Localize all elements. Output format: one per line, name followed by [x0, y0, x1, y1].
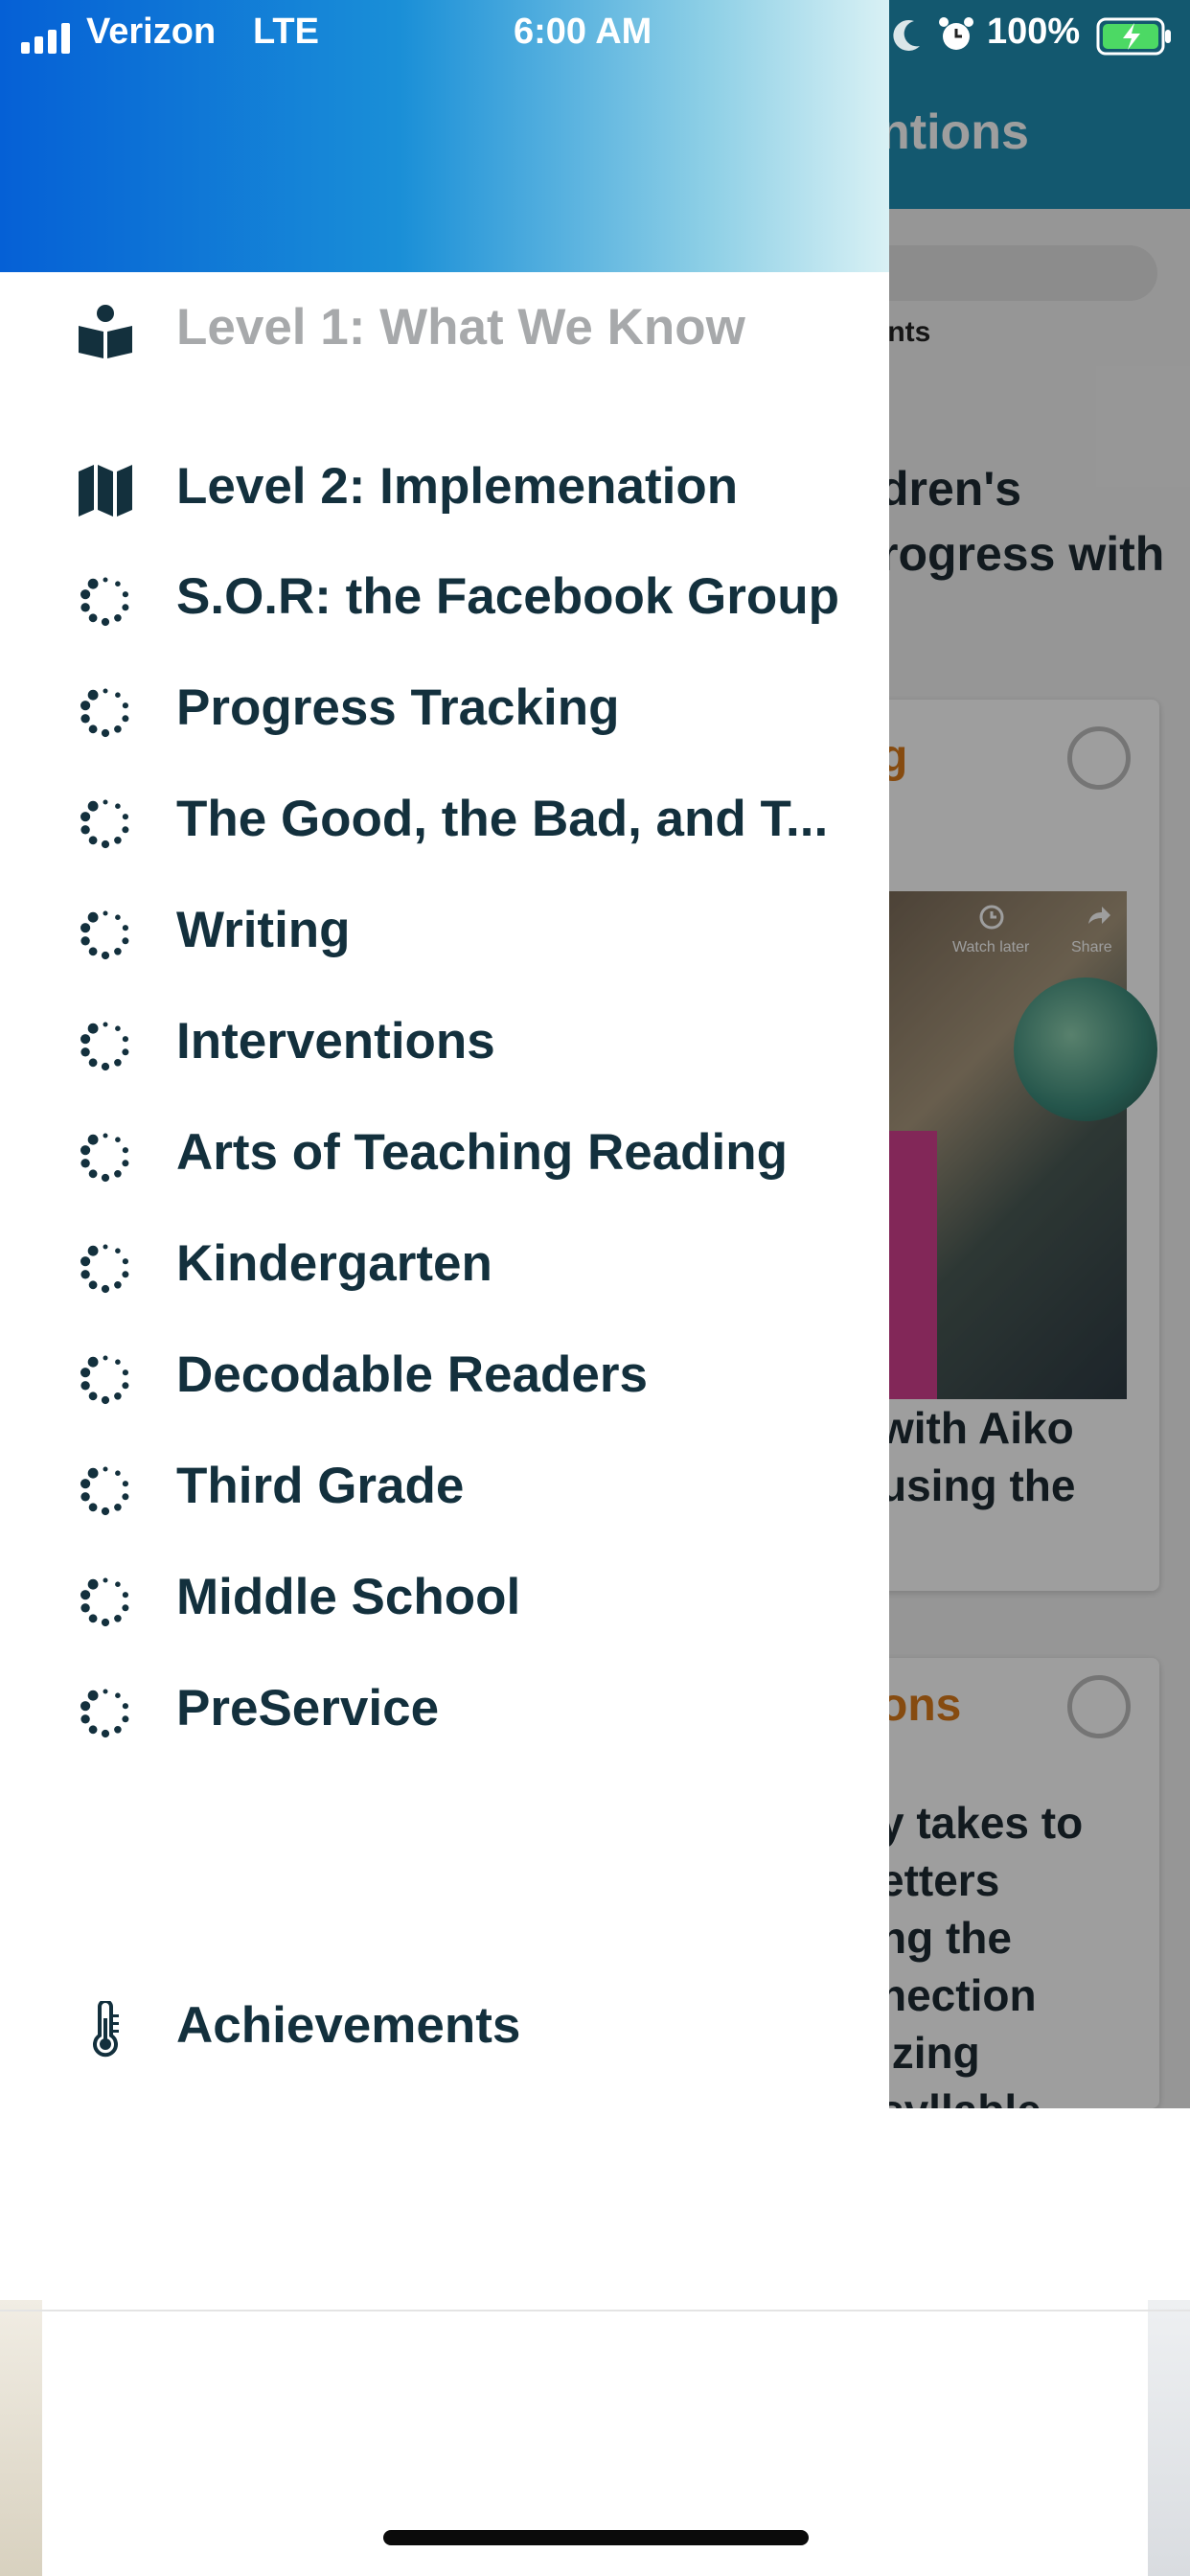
corner-tint: [0, 2300, 42, 2576]
menu-item-arts-of-teaching-reading[interactable]: Arts of Teaching Reading: [0, 1105, 889, 1201]
spinner-dots-icon: [77, 794, 134, 852]
spinner-dots-icon: [77, 1684, 134, 1741]
spinner-dots-icon: [77, 1017, 134, 1074]
menu-item-label: Level 1: What We Know: [176, 299, 745, 356]
menu-item-label: Progress Tracking: [176, 679, 620, 736]
menu-item-label: Writing: [176, 902, 351, 958]
spinner-dots-icon: [77, 906, 134, 963]
spinner-dots-icon: [77, 1128, 134, 1185]
network-label: LTE: [253, 12, 319, 52]
menu-item-label: S.O.R: the Facebook Group: [176, 568, 840, 625]
menu-item-progress-tracking[interactable]: Progress Tracking: [0, 660, 889, 756]
battery-percent: 100%: [987, 12, 1081, 52]
map-icon: [77, 462, 134, 519]
menu-item-achievements[interactable]: Achievements: [0, 1978, 889, 2074]
spinner-dots-icon: [77, 1573, 134, 1630]
menu-item-label: Middle School: [176, 1569, 521, 1625]
menu-item-sor-facebook-group[interactable]: S.O.R: the Facebook Group: [0, 549, 889, 645]
menu-item-preservice[interactable]: PreService: [0, 1661, 889, 1757]
reader-book-icon: [77, 303, 134, 360]
menu-item-middle-school[interactable]: Middle School: [0, 1550, 889, 1645]
menu-item-label: Kindergarten: [176, 1235, 492, 1292]
bottom-blank-bar: [42, 2300, 1148, 2472]
menu-item-label: Third Grade: [176, 1458, 465, 1514]
spinner-dots-icon: [77, 1350, 134, 1408]
spinner-dots-icon: [77, 1461, 134, 1519]
signal-bars-icon: [21, 23, 70, 54]
thermometer-icon: [77, 2001, 134, 2058]
menu-item-level-1[interactable]: Level 1: What We Know: [0, 280, 889, 376]
menu-item-decodable-readers[interactable]: Decodable Readers: [0, 1327, 889, 1423]
menu-item-label: Achievements: [176, 1997, 521, 2054]
navigation-drawer: Level 1: What We Know Level 2: Implemena…: [0, 0, 889, 2108]
menu-item-kindergarten[interactable]: Kindergarten: [0, 1216, 889, 1312]
menu-item-third-grade[interactable]: Third Grade: [0, 1438, 889, 1534]
menu-item-label: Level 2: Implemenation: [176, 458, 739, 515]
status-bar: Verizon LTE 6:00 AM 100%: [0, 0, 1190, 77]
divider: [0, 2310, 1190, 2312]
menu-item-label: Decodable Readers: [176, 1346, 648, 1403]
menu-item-good-bad[interactable]: The Good, the Bad, and T...: [0, 771, 889, 867]
alarm-clock-icon: [939, 17, 973, 50]
spinner-dots-icon: [77, 683, 134, 741]
menu-item-level-2[interactable]: Level 2: Implemenation: [0, 439, 889, 535]
spinner-dots-icon: [77, 1239, 134, 1297]
carrier-label: Verizon: [86, 12, 217, 52]
menu-item-label: PreService: [176, 1680, 440, 1736]
home-indicator[interactable]: [383, 2530, 809, 2545]
clock-time: 6:00 AM: [514, 12, 652, 52]
corner-tint: [1148, 2300, 1190, 2576]
phone-screen: ntions ints dren's rogress with g Watch …: [0, 0, 1190, 2576]
menu-item-label: Interventions: [176, 1013, 495, 1070]
moon-icon: [893, 19, 920, 51]
menu-item-interventions[interactable]: Interventions: [0, 994, 889, 1090]
menu-item-writing[interactable]: Writing: [0, 883, 889, 978]
menu-item-label: Arts of Teaching Reading: [176, 1124, 789, 1181]
spinner-dots-icon: [77, 572, 134, 630]
menu-item-label: The Good, the Bad, and T...: [176, 791, 829, 847]
battery-charging-icon: [1096, 17, 1171, 56]
